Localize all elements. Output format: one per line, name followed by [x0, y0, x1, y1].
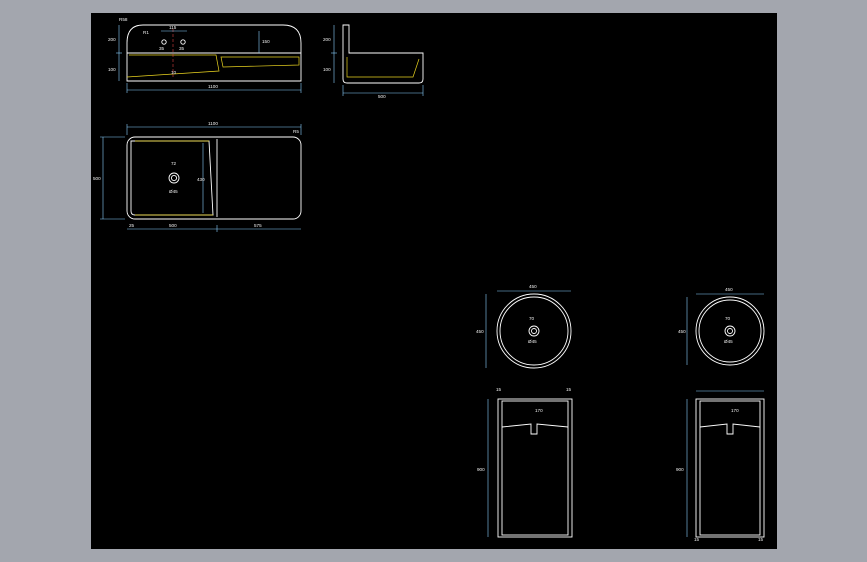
pedestal-right-base-b-label: 15: [758, 537, 764, 542]
side-elevation-view: 200 100 500: [323, 24, 424, 99]
pedestal-right-drain-label: 70: [725, 316, 731, 321]
pedestal-left-base-b-label: 15: [566, 387, 572, 392]
plan-depth-label: 500: [93, 176, 101, 181]
side-section-hatch: [346, 57, 420, 78]
pedestal-left-diameter-label: 450: [529, 284, 537, 289]
front-height-upper-label: 200: [108, 37, 116, 42]
pedestal-right-drain-inner: [727, 328, 733, 334]
side-outline: [342, 24, 424, 84]
front-tap-hole-right: [180, 39, 186, 45]
front-basin-section: [126, 54, 300, 78]
pedestal-left-drain-dia-label: Ø45: [528, 339, 537, 344]
side-height-upper-label: 200: [323, 37, 331, 42]
front-radius-label: R58: [119, 17, 128, 22]
pedestal-left-inner: [501, 400, 569, 536]
plan-basin-width-label: 500: [169, 223, 177, 228]
pedestal-right-body: [695, 398, 765, 538]
pedestal-right-bowl-depth-label: 170: [731, 408, 739, 413]
plan-shelf-width-label: 575: [254, 223, 262, 228]
front-elevation-view: 1100 200 100 115 35 35 R58 R1 150 10: [108, 17, 302, 93]
front-hole-a-label: 35: [159, 46, 165, 51]
front-drain-label: 10: [171, 70, 177, 75]
plan-corner-label: R5: [293, 129, 299, 134]
plan-drain-outer: [168, 172, 180, 184]
cad-drawing: 1100 200 100 115 35 35 R58 R1 150 10 200…: [93, 17, 765, 542]
plan-drain-diameter-label: Ø45: [169, 189, 178, 194]
pedestal-left-rim-inner: [499, 296, 569, 366]
front-drop-label: R1: [143, 30, 149, 35]
plan-inner-depth-label: 430: [197, 177, 205, 182]
plan-outline: [126, 136, 302, 220]
plan-drain-label: 72: [171, 161, 177, 166]
pedestal-left-drain-outer: [528, 325, 540, 337]
pedestal-left-column-label: 900: [477, 467, 485, 472]
plan-view: 1100 500 25 500 575 430 72 Ø45 R5: [93, 121, 302, 232]
pedestal-left-bowl-depth-label: 170: [535, 408, 543, 413]
pedestal-right-top-view: 450 450 70 Ø45: [678, 287, 765, 366]
pedestal-left-drain-label: 70: [529, 316, 535, 321]
front-height-lower-label: 100: [108, 67, 116, 72]
front-tap-hole-left: [161, 39, 167, 45]
pedestal-left-body: [497, 398, 573, 538]
side-depth-label: 500: [378, 94, 386, 99]
pedestal-right-height-label: 450: [678, 329, 686, 334]
cad-model-viewport[interactable]: 1100 200 100 115 35 35 R58 R1 150 10 200…: [91, 13, 777, 549]
pedestal-right-inner: [699, 400, 761, 536]
front-hole-b-label: 35: [179, 46, 185, 51]
side-height-lower-label: 100: [323, 67, 331, 72]
pedestal-left-bowl: [501, 423, 569, 435]
pedestal-right-column-label: 900: [676, 467, 684, 472]
pedestal-right-front-view: 900 170 15 15: [676, 390, 765, 542]
front-depth-label: 150: [262, 39, 270, 44]
pedestal-right-base-a-label: 15: [694, 537, 700, 542]
pedestal-left-top-view: 450 450 70 Ø45: [476, 284, 572, 369]
pedestal-right-rim-inner: [698, 299, 762, 363]
pedestal-right-bowl: [699, 423, 761, 435]
front-spacing-label: 115: [169, 25, 177, 30]
pedestal-right-rim-outer: [695, 296, 765, 366]
front-width-label: 1100: [208, 84, 218, 89]
pedestal-left-base-a-label: 15: [496, 387, 502, 392]
pedestal-left-front-view: 900 170 15 15: [477, 387, 573, 538]
pedestal-right-drain-dia-label: Ø45: [724, 339, 733, 344]
pedestal-left-drain-inner: [531, 328, 537, 334]
pedestal-left-rim-outer: [496, 293, 572, 369]
pedestal-right-drain-outer: [724, 325, 736, 337]
plan-edge-left-label: 25: [129, 223, 135, 228]
pedestal-left-height-label: 450: [476, 329, 484, 334]
plan-width-label: 1100: [208, 121, 218, 126]
plan-drain-inner: [170, 174, 178, 182]
pedestal-right-diameter-label: 450: [725, 287, 733, 292]
